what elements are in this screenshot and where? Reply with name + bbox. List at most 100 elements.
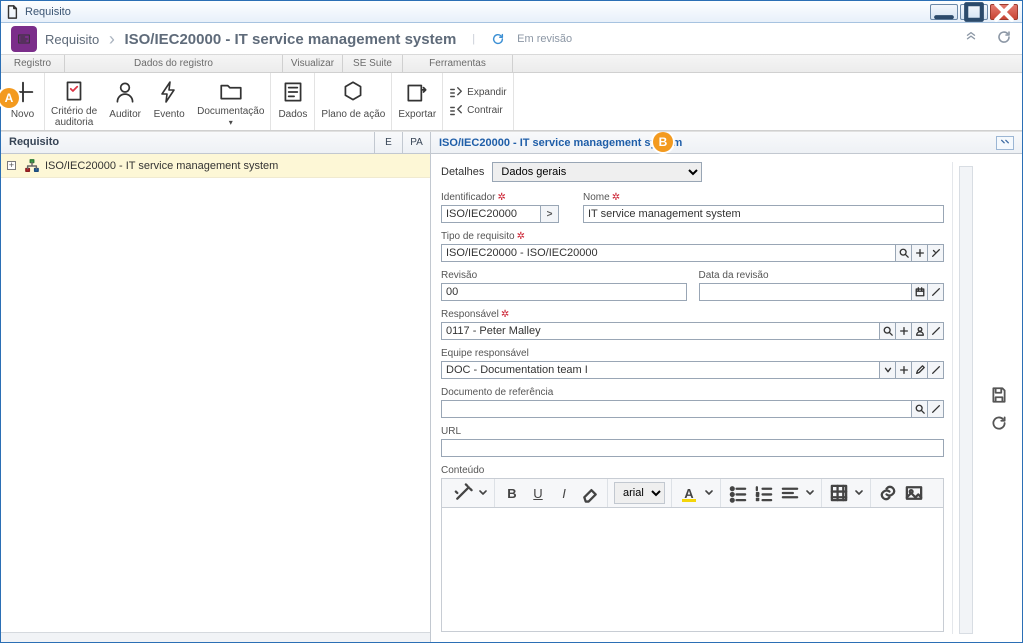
refresh-icon[interactable]	[990, 414, 1008, 432]
font-color-button[interactable]: A	[678, 482, 700, 504]
details-select[interactable]: Dados gerais	[492, 162, 702, 182]
identifier-input[interactable]	[441, 205, 541, 223]
vertical-scrollbar[interactable]	[959, 166, 973, 634]
expand-panel-button[interactable]	[996, 136, 1014, 150]
action-plan-button[interactable]: Plano de ação	[315, 73, 392, 130]
form-icon	[280, 77, 306, 107]
content-label: Conteúdo	[441, 465, 944, 476]
header: Requisito › ISO/IEC20000 - IT service ma…	[1, 23, 1022, 55]
name-input[interactable]	[583, 205, 944, 223]
team-input[interactable]	[441, 361, 880, 379]
dropdown-icon[interactable]	[880, 361, 896, 379]
main-split: Requisito E PA + ISO/IEC20000 - IT servi…	[1, 131, 1022, 642]
tree-node-label: ISO/IEC20000 - IT service management sys…	[45, 160, 278, 172]
revdate-input[interactable]	[699, 283, 913, 301]
tree-node[interactable]: + ISO/IEC20000 - IT service management s…	[1, 154, 430, 178]
audit-criteria-button[interactable]: Critério de auditoria	[45, 73, 103, 130]
add-icon[interactable]	[912, 244, 928, 262]
clipboard-check-icon	[61, 77, 87, 104]
search-icon[interactable]	[880, 322, 896, 340]
clear-icon[interactable]	[928, 361, 944, 379]
tab-visualizar[interactable]: Visualizar	[283, 55, 343, 72]
bullet-list-icon[interactable]	[727, 482, 749, 504]
refresh-icon	[491, 32, 505, 46]
refdoc-label: Documento de referência	[441, 387, 944, 398]
tab-ferramentas[interactable]: Ferramentas	[403, 55, 513, 72]
save-icon[interactable]	[990, 386, 1008, 404]
left-pane: Requisito E PA + ISO/IEC20000 - IT servi…	[1, 132, 431, 642]
responsible-label: Responsável✲	[441, 309, 944, 320]
close-button[interactable]	[990, 4, 1018, 20]
eraser-icon[interactable]	[579, 482, 601, 504]
minimize-button[interactable]	[930, 4, 958, 20]
reload-icon[interactable]	[996, 29, 1012, 48]
reqtype-label: Tipo de requisito✲	[441, 231, 944, 242]
maximize-button[interactable]	[960, 4, 988, 20]
font-select[interactable]: arial	[614, 482, 665, 504]
search-icon[interactable]	[896, 244, 912, 262]
revdate-label: Data da revisão	[699, 270, 945, 281]
clear-icon[interactable]	[928, 283, 944, 301]
number-list-icon[interactable]	[753, 482, 775, 504]
side-tools	[952, 162, 978, 634]
collapse-up-icon[interactable]	[964, 30, 978, 47]
collapse-all-button[interactable]: Contrair	[449, 104, 506, 118]
image-icon[interactable]	[903, 482, 925, 504]
right-pane: ISO/IEC20000 - IT service management sys…	[431, 132, 1022, 642]
identifier-label: Identificador✲	[441, 192, 571, 203]
table-dropdown[interactable]	[854, 482, 864, 504]
search-icon[interactable]	[912, 400, 928, 418]
ribbon-tabs: Registro Dados do registro Visualizar SE…	[1, 55, 1022, 73]
breadcrumb-root[interactable]: Requisito	[45, 32, 99, 47]
url-input[interactable]	[441, 439, 944, 457]
clear-icon[interactable]	[928, 244, 944, 262]
revision-input[interactable]	[441, 283, 687, 301]
tab-registro[interactable]: Registro	[1, 55, 65, 72]
person-icon[interactable]	[912, 322, 928, 340]
horizontal-scrollbar[interactable]	[1, 632, 430, 642]
col-header-pa[interactable]: PA	[402, 132, 430, 153]
edit-icon[interactable]	[912, 361, 928, 379]
data-button[interactable]: Dados	[271, 73, 315, 130]
breadcrumb: Requisito › ISO/IEC20000 - IT service ma…	[45, 28, 456, 49]
col-header-e[interactable]: E	[374, 132, 402, 153]
ribbon: A Novo Critério de auditoria Auditor Eve…	[1, 73, 1022, 131]
export-icon	[404, 77, 430, 107]
documentation-button[interactable]: Documentação▾	[191, 73, 271, 130]
export-button[interactable]: Exportar	[392, 73, 442, 130]
clear-icon[interactable]	[928, 400, 944, 418]
table-icon[interactable]	[828, 482, 850, 504]
add-icon[interactable]	[896, 322, 912, 340]
magic-dropdown[interactable]	[478, 482, 488, 504]
magic-icon[interactable]	[452, 482, 474, 504]
align-icon[interactable]	[779, 482, 801, 504]
editor-toolbar: B U I arial A	[441, 478, 944, 508]
right-title-text: ISO/IEC20000 - IT service management sys…	[439, 137, 682, 149]
refdoc-input[interactable]	[441, 400, 912, 418]
left-header-title: Requisito	[1, 132, 374, 153]
event-button[interactable]: Evento	[147, 73, 191, 130]
add-icon[interactable]	[896, 361, 912, 379]
identifier-lookup-button[interactable]: >	[541, 205, 559, 223]
italic-button[interactable]: I	[553, 482, 575, 504]
calendar-icon[interactable]	[912, 283, 928, 301]
editor-body[interactable]	[441, 508, 944, 632]
right-title-bar: ISO/IEC20000 - IT service management sys…	[431, 132, 1022, 154]
underline-button[interactable]: U	[527, 482, 549, 504]
tree-expand-icon[interactable]: +	[7, 161, 16, 170]
clear-icon[interactable]	[928, 322, 944, 340]
tab-sesuite[interactable]: SE Suite	[343, 55, 403, 72]
link-icon[interactable]	[877, 482, 899, 504]
left-header: Requisito E PA	[1, 132, 430, 154]
align-dropdown[interactable]	[805, 482, 815, 504]
bold-button[interactable]: B	[501, 482, 523, 504]
expand-all-button[interactable]: Expandir	[449, 86, 506, 100]
document-icon	[5, 5, 19, 19]
font-color-dropdown[interactable]	[704, 482, 714, 504]
tab-dados-registro[interactable]: Dados do registro	[65, 55, 283, 72]
auditor-button[interactable]: Auditor	[103, 73, 147, 130]
form-body: Detalhes Dados gerais Identificador✲ >	[431, 154, 1022, 642]
reqtype-input[interactable]	[441, 244, 896, 262]
responsible-input[interactable]	[441, 322, 880, 340]
hierarchy-icon	[25, 159, 39, 173]
